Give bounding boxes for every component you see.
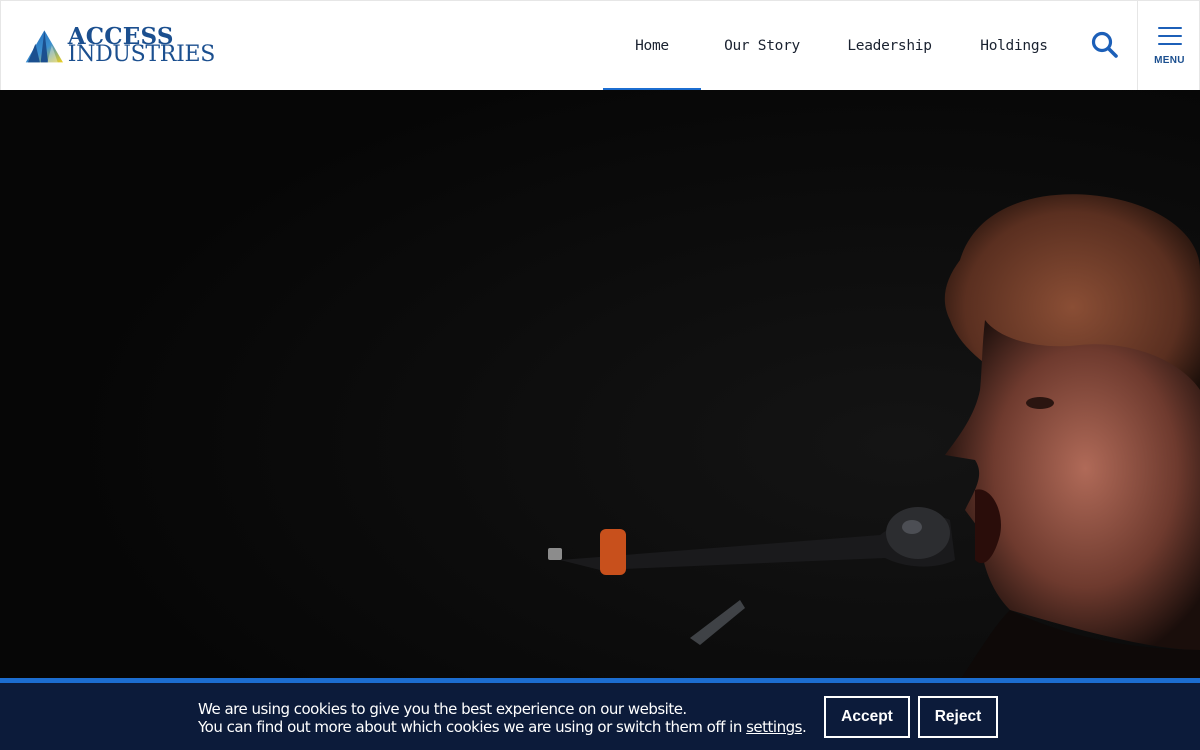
nav-item-leadership[interactable]: Leadership: [823, 1, 956, 91]
hero-video-frame: [0, 90, 1200, 680]
menu-label: MENU: [1154, 54, 1185, 66]
nav-item-our-story[interactable]: Our Story: [701, 1, 823, 91]
cookie-message-line2-prefix: You can find out more about which cookie…: [198, 718, 747, 736]
main-nav: Home Our Story Leadership Holdings: [603, 1, 1072, 91]
hero-video[interactable]: [0, 90, 1200, 680]
access-industries-logo[interactable]: ACCESS INDUSTRIES: [25, 21, 215, 71]
logo-text-line2: INDUSTRIES: [67, 42, 216, 68]
cookie-message-line1: We are using cookies to give you the bes…: [198, 700, 687, 718]
search-icon: [1091, 31, 1118, 58]
cookie-message-line2: You can find out more about which cookie…: [198, 718, 807, 736]
logo-mark-icon: [25, 30, 63, 63]
cookie-message: We are using cookies to give you the bes…: [198, 700, 807, 736]
cookie-settings-link[interactable]: settings: [746, 718, 802, 736]
site-header: ACCESS INDUSTRIES Home Our Story Leaders…: [0, 0, 1200, 91]
reject-cookies-button[interactable]: Reject: [918, 696, 998, 738]
cookie-message-line2-suffix: .: [801, 718, 807, 736]
menu-button[interactable]: MENU: [1137, 1, 1200, 91]
cookie-banner: We are using cookies to give you the bes…: [0, 678, 1200, 750]
hamburger-icon: [1157, 26, 1182, 45]
nav-item-home[interactable]: Home: [603, 1, 701, 91]
accept-cookies-button[interactable]: Accept: [824, 696, 910, 738]
nav-item-holdings[interactable]: Holdings: [956, 1, 1072, 91]
search-button[interactable]: [1089, 29, 1121, 61]
